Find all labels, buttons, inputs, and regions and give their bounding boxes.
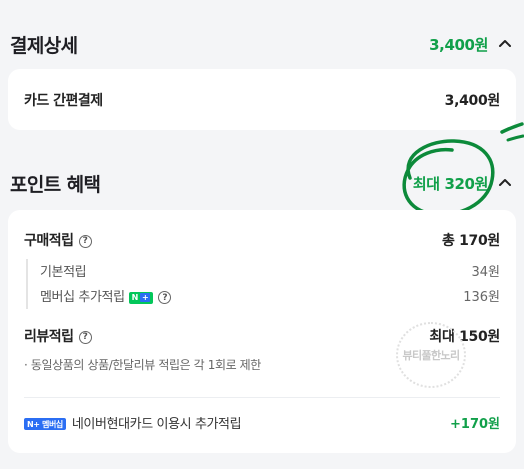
membership-points-amount: 136원 xyxy=(463,290,500,305)
payment-method-amount: 3,400원 xyxy=(444,92,501,109)
purchase-points-breakdown: 기본적립 34원 멤버십 추가적립 N +? 136원 xyxy=(26,259,500,309)
chevron-up-icon[interactable] xyxy=(496,35,514,53)
naver-plus-badge: N + xyxy=(128,291,154,304)
naver-plus-membership-badge: N+ 멤버십 xyxy=(24,418,66,430)
naver-card-promo[interactable]: N+ 멤버십 네이버현대카드 이용시 추가적립 +170원 xyxy=(24,398,500,446)
help-icon[interactable]: ? xyxy=(158,291,172,304)
help-icon[interactable]: ? xyxy=(78,234,92,248)
chevron-up-icon[interactable] xyxy=(496,174,514,192)
help-icon[interactable]: ? xyxy=(78,330,92,344)
list-item: 멤버십 추가적립 N +? 136원 xyxy=(40,282,500,309)
naver-card-label: 네이버현대카드 이용시 추가적립 xyxy=(71,416,242,432)
payment-section-header[interactable]: 결제상세 3,400원 xyxy=(0,24,524,64)
watermark-stamp: 뷰티풀한노리 xyxy=(396,322,466,388)
basic-points-amount: 34원 xyxy=(471,265,500,280)
points-title: 포인트 혜택 xyxy=(10,173,101,196)
purchase-points-label: 구매적립 xyxy=(24,233,74,249)
points-section-header[interactable]: 포인트 혜택 최대 320원 xyxy=(0,163,524,203)
review-points-label: 리뷰적립 xyxy=(24,329,74,345)
payment-title: 결제상세 xyxy=(10,34,78,57)
list-item: 기본적립 34원 xyxy=(40,259,500,282)
purchase-points-heading: 구매적립? xyxy=(24,230,92,250)
naver-card-heading: N+ 멤버십 네이버현대카드 이용시 추가적립 xyxy=(24,413,242,432)
purchase-points-total: 총 170원 xyxy=(441,233,500,249)
points-max: 최대 320원 xyxy=(412,174,489,193)
membership-points-heading: 멤버십 추가적립 N +? xyxy=(40,286,172,305)
review-points-heading: 리뷰적립? xyxy=(24,326,92,346)
membership-points-label: 멤버십 추가적립 xyxy=(40,290,125,305)
payment-method-label: 카드 간편결제 xyxy=(24,92,103,109)
naver-card-amount: +170원 xyxy=(450,416,500,432)
watermark-text: 뷰티풀한노리 xyxy=(402,349,460,362)
payment-total: 3,400원 xyxy=(429,35,488,54)
basic-points-label: 기본적립 xyxy=(40,265,87,280)
payment-card: 카드 간편결제 3,400원 xyxy=(8,69,516,130)
